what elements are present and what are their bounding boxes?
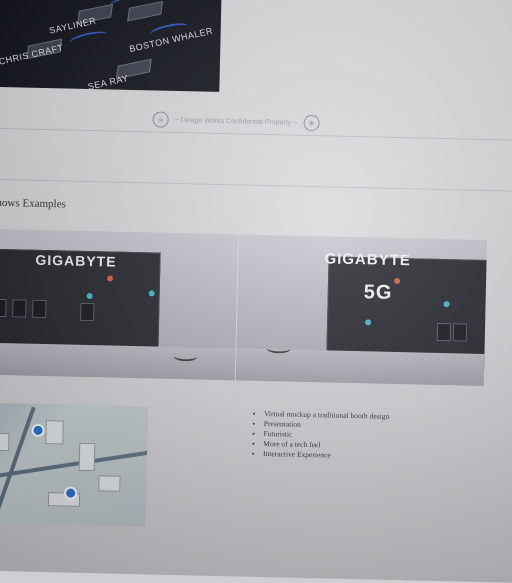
feature-list: Virtual mockup a traditional booth desig… bbox=[249, 409, 389, 462]
map-building bbox=[78, 442, 96, 472]
section-title: e Shows Examples bbox=[0, 196, 66, 211]
booth-screen bbox=[0, 298, 7, 318]
booth-render-right: GIGABYTE 5G bbox=[235, 234, 488, 386]
city-map-image bbox=[0, 401, 149, 527]
document-page: SAYLINER BOSTON WHALER CHRIS CRAFT SEA R… bbox=[0, 0, 512, 583]
map-building bbox=[98, 475, 121, 492]
booth-screen bbox=[436, 322, 452, 342]
list-item: Interactive Experience bbox=[263, 449, 388, 462]
booth-screen bbox=[32, 299, 47, 319]
page-footer: ◎ ~ Design Works Confidential Property ~… bbox=[152, 111, 320, 132]
booth-light bbox=[148, 290, 155, 297]
map-building bbox=[45, 420, 64, 445]
booth-render-left: GIGABYTE bbox=[0, 227, 239, 381]
booth-light bbox=[365, 319, 372, 326]
boat-booths-image: SAYLINER BOSTON WHALER CHRIS CRAFT SEA R… bbox=[0, 0, 222, 92]
footer-text: ~ Design Works Confidential Property ~ bbox=[174, 116, 298, 127]
rotate-arrow-icon bbox=[266, 343, 291, 354]
boat-label: SEA RAY bbox=[86, 72, 130, 92]
booth-5g-sign: 5G bbox=[363, 281, 393, 304]
page-divider bbox=[0, 177, 512, 193]
map-road bbox=[0, 406, 36, 527]
map-building bbox=[0, 432, 10, 452]
rotate-arrow-icon bbox=[173, 350, 198, 362]
map-road bbox=[0, 447, 149, 485]
booth-floor bbox=[235, 348, 485, 386]
map-pin-icon bbox=[31, 423, 45, 438]
booth-screen bbox=[452, 323, 468, 342]
booth-light bbox=[106, 275, 114, 282]
booth-floor bbox=[0, 341, 236, 381]
booth-arc bbox=[67, 28, 110, 50]
company-logo-icon: ◎ bbox=[152, 111, 169, 128]
booth-screen bbox=[12, 299, 27, 318]
booth-sign: GIGABYTE bbox=[35, 251, 117, 270]
booth-screen bbox=[80, 302, 95, 322]
seal-logo-icon: ⊕ bbox=[303, 114, 320, 132]
booth-sign: GIGABYTE bbox=[324, 250, 412, 270]
